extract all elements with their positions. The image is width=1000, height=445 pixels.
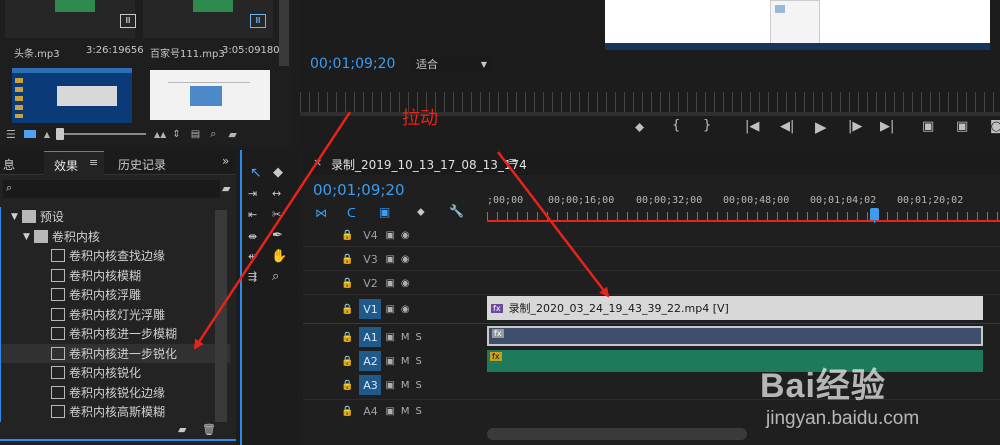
baidu-watermark: Bai经验 jingyan.baidu.com: [760, 358, 996, 443]
annotation-label: 拉动: [402, 108, 438, 129]
annotation-arrow-to-clip: [497, 151, 610, 298]
watermark-url: jingyan.baidu.com: [766, 408, 920, 429]
annotation-arrow-to-effect: [193, 111, 352, 350]
watermark-brand: Bai经验: [760, 367, 886, 405]
